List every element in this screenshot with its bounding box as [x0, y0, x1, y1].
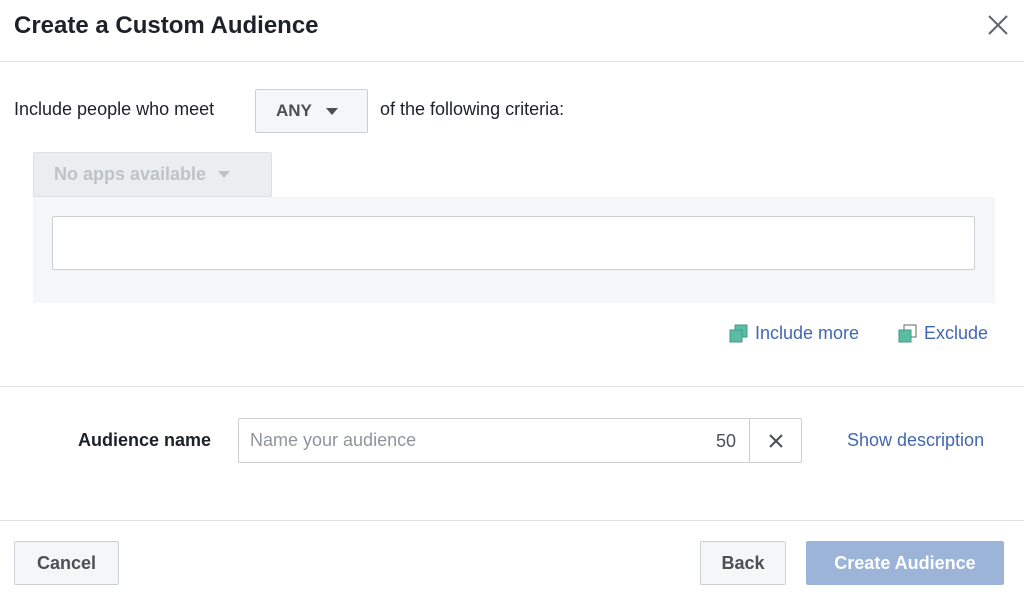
include-more-icon	[729, 324, 748, 343]
criteria-prefix-text: Include people who meet	[14, 99, 215, 119]
exclude-label: Exclude	[924, 323, 989, 343]
criteria-row: Include people who meet ANY of the follo…	[14, 89, 714, 133]
apps-dropdown: No apps available	[33, 152, 272, 197]
caret-down-icon	[325, 107, 338, 115]
audience-name-field: 50	[238, 418, 802, 463]
cancel-button[interactable]: Cancel	[14, 541, 119, 585]
include-more-label: Include more	[755, 323, 860, 343]
criteria-panel	[33, 197, 995, 303]
exclude-icon	[898, 324, 917, 343]
dialog-header: Create a Custom Audience	[0, 0, 1024, 62]
clear-name-button[interactable]	[749, 419, 801, 462]
include-more-link[interactable]: Include more	[729, 323, 859, 344]
audience-name-input[interactable]	[239, 419, 749, 462]
section-divider	[0, 386, 1024, 387]
back-button[interactable]: Back	[700, 541, 786, 585]
dialog-title: Create a Custom Audience	[14, 12, 319, 39]
clear-icon	[768, 433, 783, 448]
show-description-link[interactable]: Show description	[847, 430, 984, 451]
audience-name-label: Audience name	[78, 430, 212, 450]
footer-divider	[0, 520, 1024, 521]
match-type-dropdown[interactable]: ANY	[255, 89, 368, 133]
char-limit-counter: 50	[716, 431, 737, 451]
exclude-link[interactable]: Exclude	[898, 323, 988, 344]
create-audience-button[interactable]: Create Audience	[806, 541, 1004, 585]
caret-down-icon	[218, 171, 231, 178]
criteria-suffix-text: of the following criteria:	[380, 99, 565, 119]
close-icon[interactable]	[985, 12, 1011, 38]
match-type-value: ANY	[276, 101, 312, 120]
criteria-input-field[interactable]	[52, 216, 975, 270]
apps-dropdown-label: No apps available	[54, 164, 207, 184]
